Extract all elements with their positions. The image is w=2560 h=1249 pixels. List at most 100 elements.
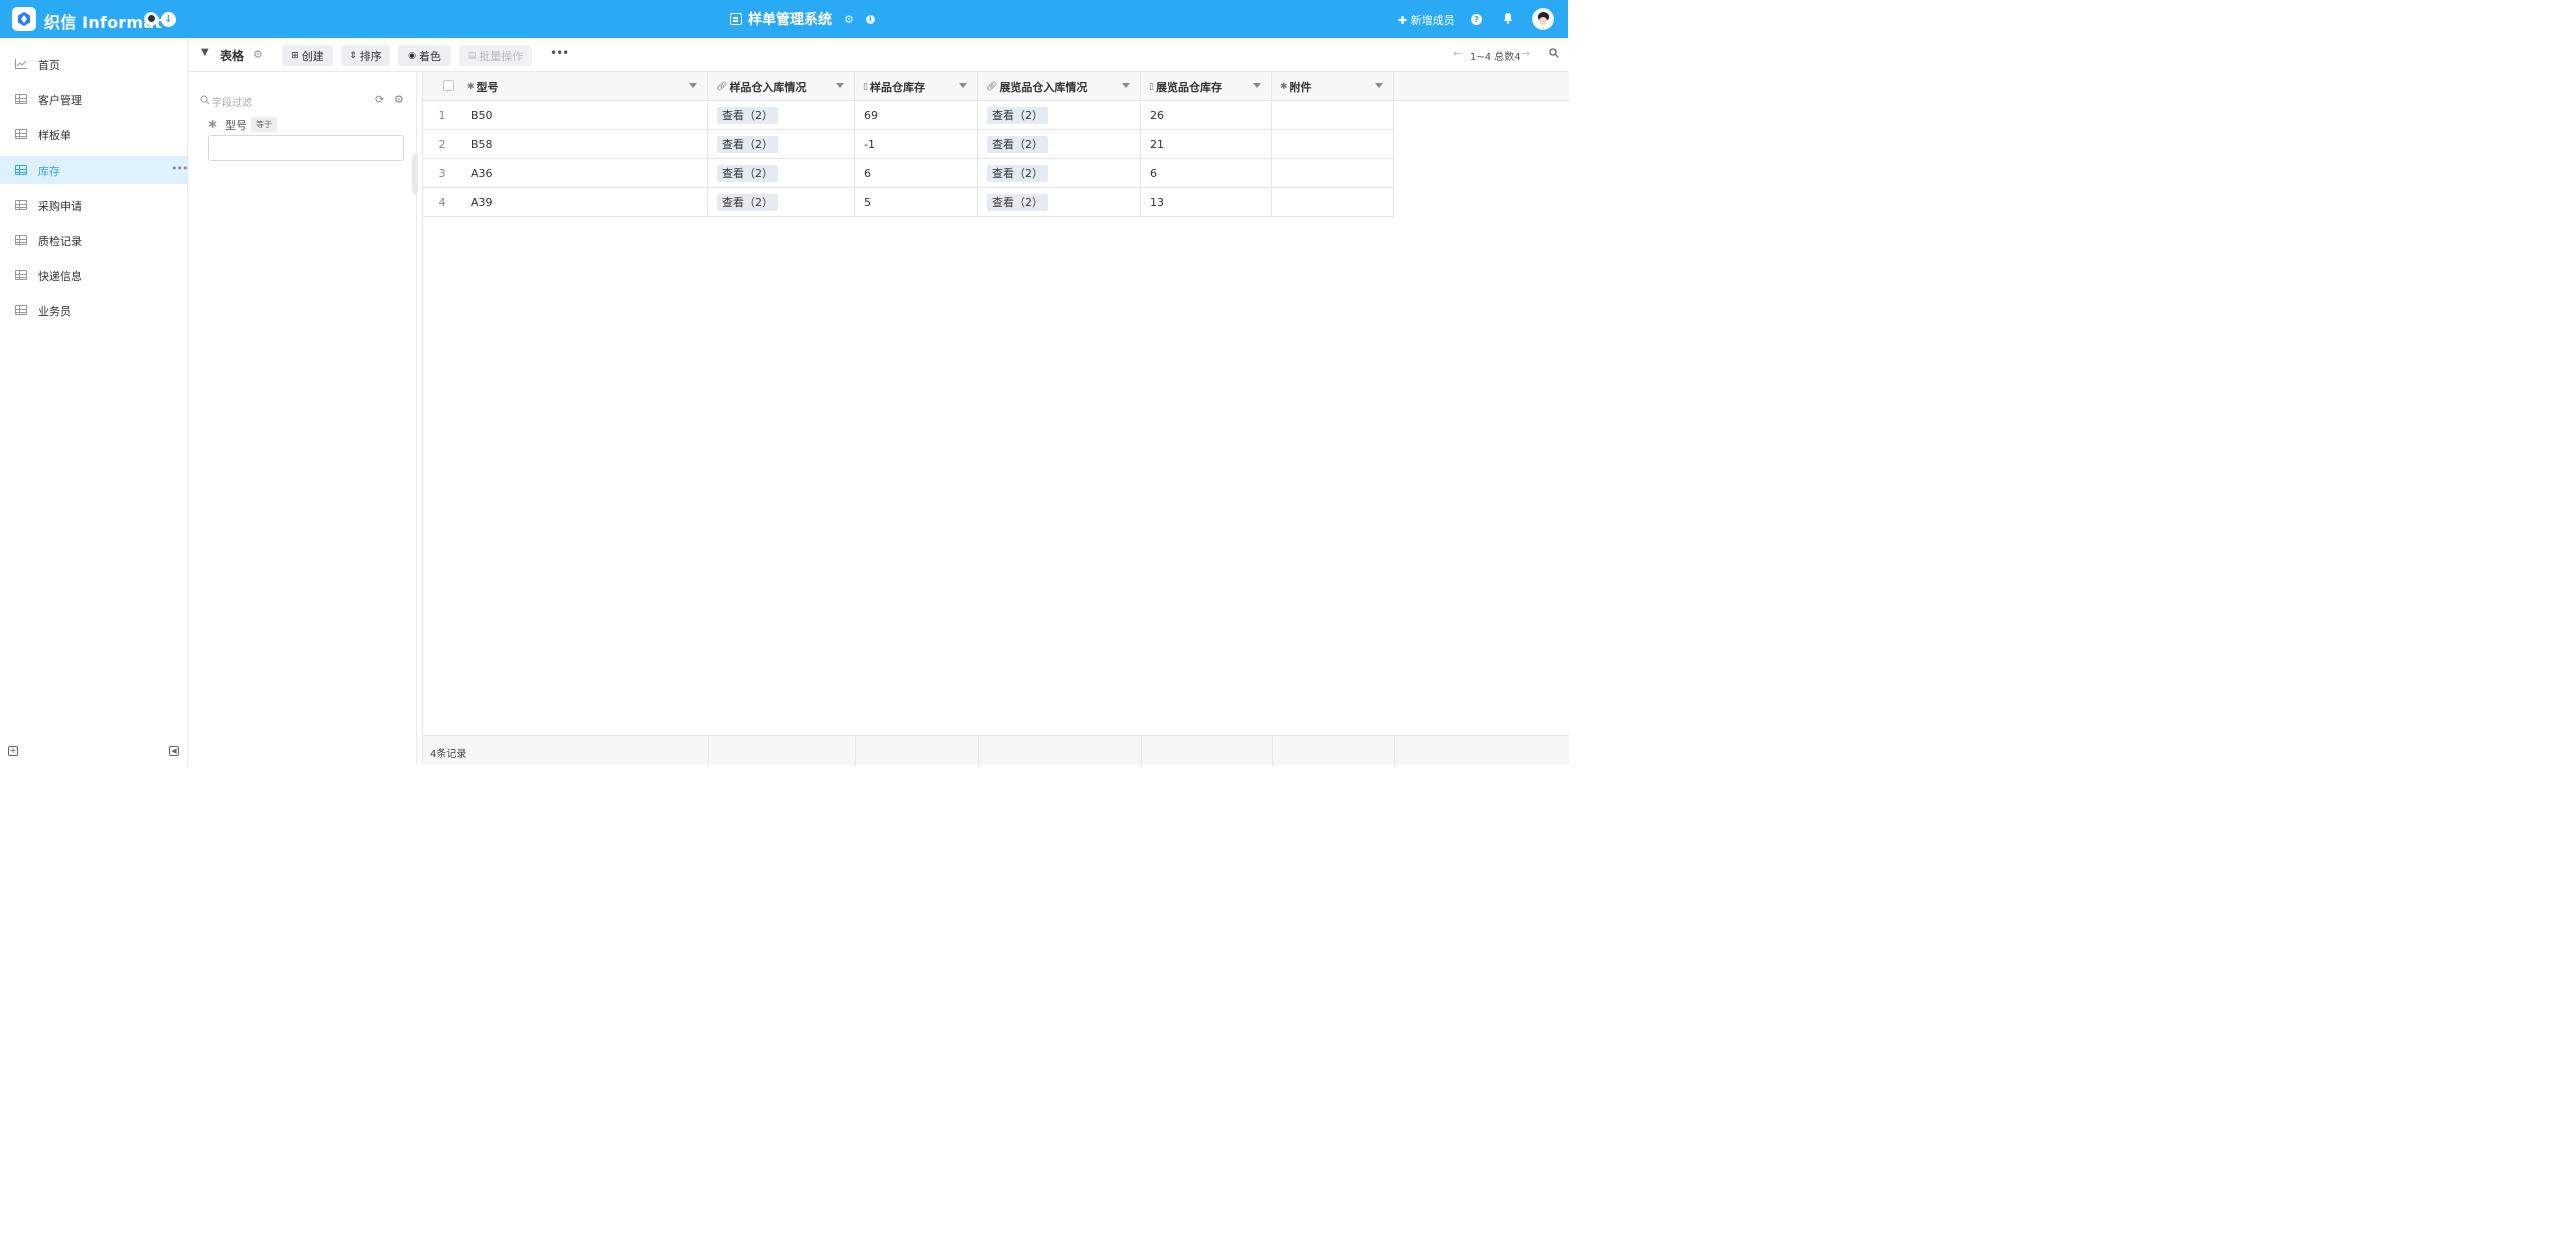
batch-operation-button[interactable]: ▤ 批量操作 — [459, 45, 532, 66]
view-link-button[interactable]: 查看（2） — [987, 107, 1048, 124]
view-link-button[interactable]: 查看（2） — [717, 136, 778, 153]
panel-resize-handle[interactable] — [412, 154, 418, 194]
gear-icon[interactable]: ⚙ — [394, 93, 404, 106]
table-footer: 4条记录 — [423, 735, 1569, 766]
cell-exhibit-stock[interactable]: 13 — [1141, 188, 1272, 217]
sidebar-item-label: 采购申请 — [38, 200, 82, 213]
cell-sample-stock[interactable]: -1 — [855, 130, 978, 159]
arrow-right-icon[interactable]: → — [1521, 47, 1530, 60]
view-link-button[interactable]: 查看（2） — [717, 194, 778, 211]
select-all-cell — [423, 72, 461, 101]
cell-model[interactable]: B50 — [461, 101, 708, 130]
cell-exhibit-stock[interactable]: 6 — [1141, 159, 1272, 188]
sort-button[interactable]: ⇕ 排序 — [341, 45, 390, 66]
table-icon — [15, 129, 27, 139]
sidebar-item-salespeople[interactable]: 业务员 — [0, 296, 187, 324]
caret-down-icon[interactable] — [959, 83, 967, 88]
table-row[interactable]: 3 A36 查看（2） 6 查看（2） 6 — [423, 159, 1394, 188]
sidebar-item-label: 首页 — [38, 59, 60, 72]
cell-attachment[interactable] — [1272, 159, 1394, 188]
cell-exhibit-stock[interactable]: 21 — [1141, 130, 1272, 159]
download-circle-icon[interactable]: ↓ — [161, 12, 176, 27]
caret-down-icon[interactable] — [1375, 83, 1383, 88]
caret-down-icon[interactable] — [1122, 83, 1130, 88]
cell-model[interactable]: A39 — [461, 188, 708, 217]
view-selector[interactable]: 表格 — [220, 47, 244, 64]
column-header-sample-in[interactable]: 🔗︎ 样品仓入库情况 — [708, 72, 855, 101]
add-module-icon[interactable]: + — [8, 746, 18, 756]
cell-sample-stock[interactable]: 6 — [855, 159, 978, 188]
more-options-icon[interactable]: ••• — [171, 162, 188, 175]
sidebar-item-customers[interactable]: 客户管理 — [0, 85, 187, 113]
caret-down-icon[interactable] — [1253, 83, 1261, 88]
app-title-group: 样单管理系统 ⚙ i — [730, 10, 875, 28]
column-header-model[interactable]: ✱ 型号 — [461, 72, 708, 101]
search-icon[interactable] — [1549, 48, 1559, 58]
cell-sample-in: 查看（2） — [708, 159, 855, 188]
sidebar-item-label: 客户管理 — [38, 94, 82, 107]
table-header: ✱ 型号 🔗︎ 样品仓入库情况 ▯ 样品仓库存 🔗︎ 展览品仓入库情况 ▯ 展览… — [423, 72, 1569, 101]
bell-icon[interactable] — [1502, 12, 1514, 27]
sidebar: 首页 客户管理 样板单 库存 ••• 采购申请 质检记录 快递信息 业务员 + … — [0, 38, 188, 765]
color-button[interactable]: ◉ 着色 — [398, 45, 451, 66]
gear-icon[interactable]: ⚙ — [844, 13, 854, 26]
column-header-attachment[interactable]: ✱ 附件 — [1272, 72, 1394, 101]
select-all-checkbox[interactable] — [443, 80, 454, 91]
cell-model[interactable]: A36 — [461, 159, 708, 188]
table-row[interactable]: 1 B50 查看（2） 69 查看（2） 26 — [423, 101, 1394, 130]
filter-operator[interactable]: 等于 — [251, 117, 277, 132]
table-row[interactable]: 2 B58 查看（2） -1 查看（2） 21 — [423, 130, 1394, 159]
view-settings-icon[interactable]: ⚙ — [253, 48, 263, 61]
cell-sample-stock[interactable]: 5 — [855, 188, 978, 217]
arrow-left-icon[interactable]: ← — [1453, 47, 1462, 60]
info-icon[interactable]: i — [865, 14, 875, 24]
data-table: ✱ 型号 🔗︎ 样品仓入库情况 ▯ 样品仓库存 🔗︎ 展览品仓入库情况 ▯ 展览… — [422, 72, 1569, 766]
sidebar-item-inventory[interactable]: 库存 ••• — [0, 156, 188, 184]
cell-attachment[interactable] — [1272, 130, 1394, 159]
footer-divider — [855, 736, 856, 766]
sidebar-item-shipping[interactable]: 快递信息 — [0, 261, 187, 289]
row-number: 1 — [438, 109, 446, 122]
caret-down-icon[interactable] — [689, 83, 697, 88]
filter-value-input[interactable] — [208, 135, 404, 161]
cell-exhibit-in: 查看（2） — [978, 101, 1141, 130]
cell-attachment[interactable] — [1272, 101, 1394, 130]
view-link-button[interactable]: 查看（2） — [987, 136, 1048, 153]
cell-model[interactable]: B58 — [461, 130, 708, 159]
caret-down-icon[interactable] — [836, 83, 844, 88]
view-link-button[interactable]: 查看（2） — [987, 165, 1048, 182]
sidebar-item-sample-orders[interactable]: 样板单 — [0, 120, 187, 148]
collapse-sidebar-icon[interactable]: ◀ — [169, 746, 179, 756]
app-title[interactable]: 样单管理系统 — [748, 9, 832, 29]
sidebar-item-label: 快递信息 — [38, 270, 82, 283]
cell-sample-stock[interactable]: 69 — [855, 101, 978, 130]
column-header-sample-stock[interactable]: ▯ 样品仓库存 — [855, 72, 978, 101]
view-link-button[interactable]: 查看（2） — [717, 107, 778, 124]
chevron-down-icon[interactable]: ▼ — [201, 47, 209, 58]
view-link-button[interactable]: 查看（2） — [987, 194, 1048, 211]
table-icon — [15, 94, 27, 104]
color-label: 着色 — [418, 49, 441, 63]
add-member-button[interactable]: ✚ 新增成员 — [1398, 12, 1455, 28]
add-member-label: 新增成员 — [1410, 14, 1455, 27]
column-header-exhibit-stock[interactable]: ▯ 展览品仓库存 — [1141, 72, 1272, 101]
sidebar-item-purchase-requests[interactable]: 采购申请 — [0, 191, 187, 219]
view-link-button[interactable]: 查看（2） — [717, 165, 778, 182]
field-filter-search[interactable]: 字段过滤 — [212, 94, 252, 109]
sort-icon: ⇕ — [349, 50, 357, 61]
cell-attachment[interactable] — [1272, 188, 1394, 217]
cell-exhibit-stock[interactable]: 26 — [1141, 101, 1272, 130]
help-icon[interactable]: ? — [1471, 14, 1482, 25]
sidebar-item-home[interactable]: 首页 — [0, 50, 187, 78]
table-row[interactable]: 4 A39 查看（2） 5 查看（2） 13 — [423, 188, 1394, 217]
record-count: 4条记录 — [430, 749, 467, 760]
top-bar: 织信 Informat ↓ 样单管理系统 ⚙ i ✚ 新增成员 ? — [0, 0, 1568, 38]
user-avatar[interactable] — [1532, 8, 1554, 30]
sidebar-item-qc-records[interactable]: 质检记录 — [0, 226, 187, 254]
app-logo-icon[interactable] — [12, 7, 36, 31]
avatar[interactable] — [144, 12, 158, 26]
more-options-icon[interactable]: ••• — [550, 46, 569, 60]
create-button[interactable]: ⊞ 创建 — [282, 45, 333, 66]
refresh-icon[interactable]: ⟳ — [375, 93, 384, 106]
column-header-exhibit-in[interactable]: 🔗︎ 展览品仓入库情况 — [978, 72, 1141, 101]
